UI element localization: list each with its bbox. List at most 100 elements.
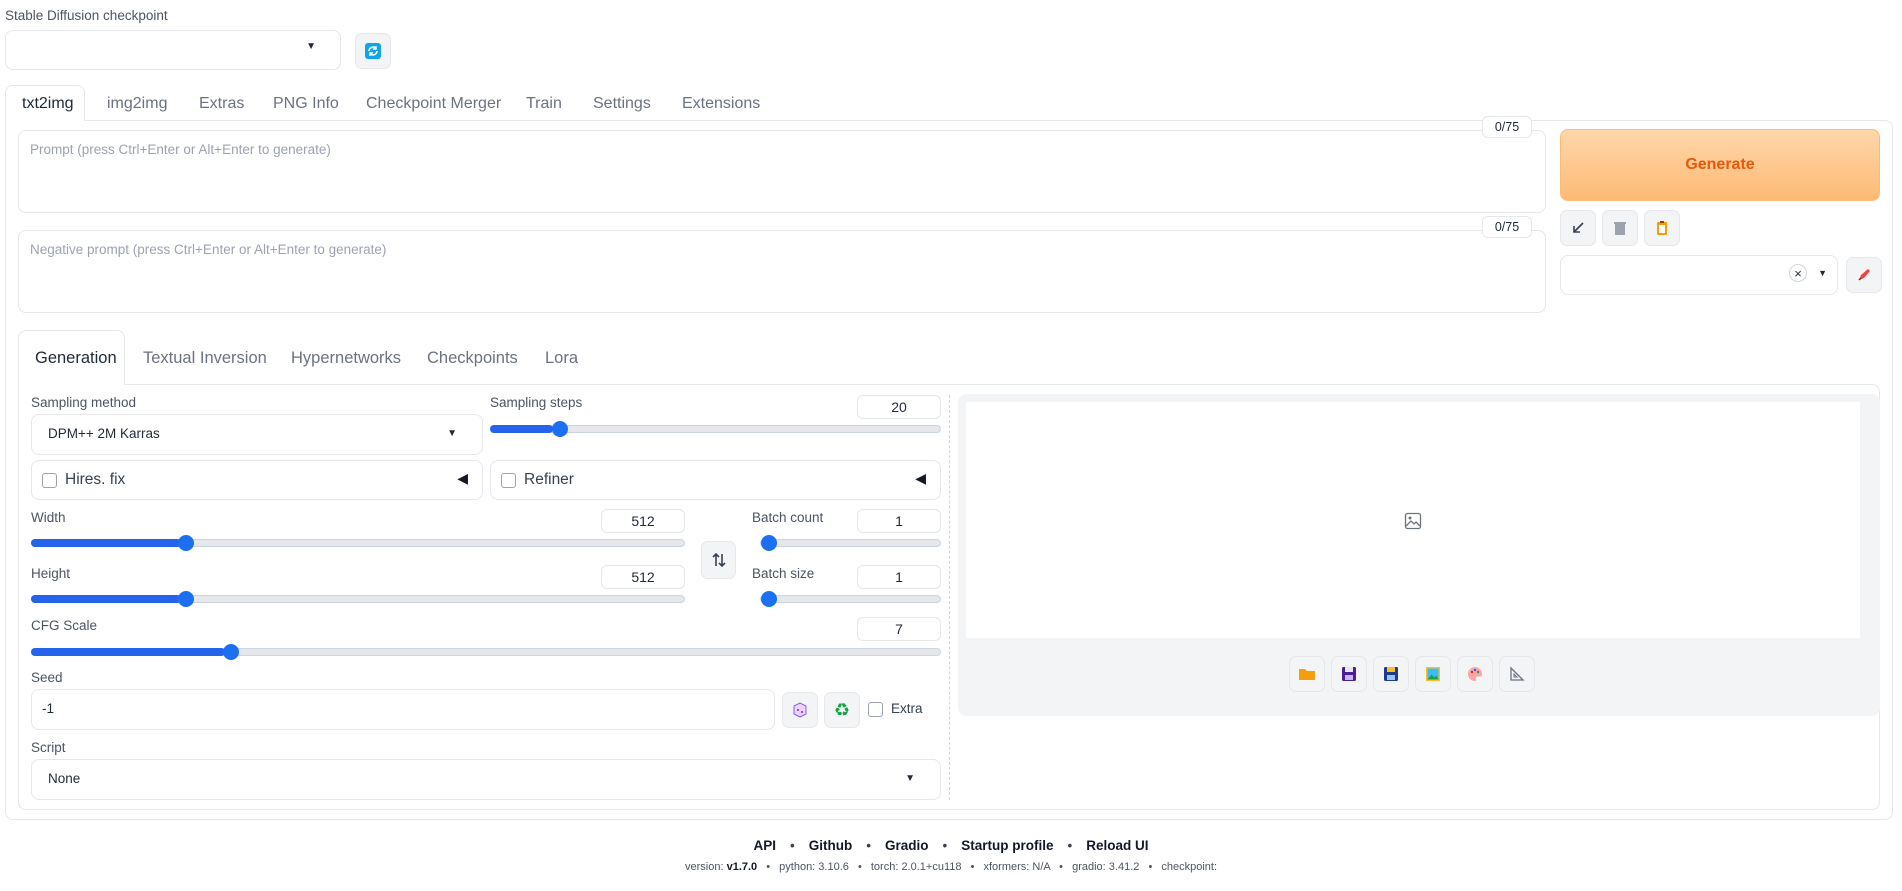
tab-train[interactable]: Train [526,92,562,116]
send-to-img2img-button[interactable] [1415,656,1451,692]
sampling-steps-label: Sampling steps [490,395,583,410]
negative-prompt-input[interactable]: Negative prompt (press Ctrl+Enter or Alt… [18,230,1546,313]
edit-styles-button[interactable] [1846,257,1882,293]
tab-lora[interactable]: Lora [545,346,578,370]
batch-size-label: Batch size [752,566,815,581]
tab-textual-inversion[interactable]: Textual Inversion [143,346,267,370]
batch-size-slider[interactable] [760,591,941,607]
tab-txt2img[interactable]: txt2img [22,92,74,116]
pencil-icon [1858,269,1870,281]
batch-count-label: Batch count [752,510,824,525]
tab-generation[interactable]: Generation [35,346,117,370]
clipboard-icon [1657,221,1667,235]
width-slider[interactable] [31,535,685,551]
prompt-placeholder: Prompt (press Ctrl+Enter or Alt+Enter to… [30,142,331,157]
slider-fill [31,539,181,547]
footer-link-startup-profile[interactable]: Startup profile [961,838,1053,853]
batch-count-value[interactable]: 1 [857,509,941,533]
cfg-scale-slider[interactable] [31,644,941,660]
slider-fill [490,425,553,433]
recycle-icon: ♻ [833,699,851,720]
footer-link-reload-ui[interactable]: Reload UI [1086,838,1148,853]
seed-input[interactable]: -1 [31,689,775,730]
batch-size-value[interactable]: 1 [857,565,941,589]
palette-icon [1468,667,1483,681]
refresh-checkpoints-button[interactable] [355,33,391,69]
triangle-ruler-icon [1510,666,1525,681]
save-button[interactable] [1331,656,1367,692]
sampling-method-value: DPM++ 2M Karras [48,426,160,441]
cfg-scale-value[interactable]: 7 [857,617,941,641]
width-value[interactable]: 512 [601,509,685,533]
footer-separator: • [942,838,948,853]
checkpoint-dropdown[interactable]: ▼ [5,30,341,70]
height-slider[interactable] [31,591,685,607]
dice-icon [793,702,807,718]
collapse-triangle-icon: ◀ [915,470,926,486]
tab-extensions[interactable]: Extensions [682,92,760,116]
gradio-version: gradio: 3.41.2 [1072,861,1140,873]
chevron-down-icon: ▼ [447,428,457,439]
floppy-disk-icon [1342,667,1356,681]
read-generation-params-button[interactable] [1560,210,1596,246]
swap-arrows-icon [711,552,726,568]
chevron-down-icon: ▼ [1818,268,1827,278]
generate-button[interactable]: Generate [1560,129,1880,201]
slider-thumb[interactable] [551,421,568,437]
save-zip-button[interactable] [1373,656,1409,692]
swap-dimensions-button[interactable] [701,541,736,579]
sampling-steps-slider[interactable] [490,421,941,437]
footer-separator: • [790,838,795,853]
reuse-seed-button[interactable]: ♻ [824,692,860,728]
cfg-scale-label: CFG Scale [31,618,98,633]
tab-hypernetworks[interactable]: Hypernetworks [291,346,401,370]
slider-thumb[interactable] [222,644,239,660]
tab-checkpoints[interactable]: Checkpoints [427,346,518,370]
prompt-token-counter: 0/75 [1482,116,1532,138]
negative-prompt-placeholder: Negative prompt (press Ctrl+Enter or Alt… [30,242,387,257]
send-to-inpaint-button[interactable] [1457,656,1493,692]
refiner-checkbox[interactable] [501,473,516,488]
sampling-method-label: Sampling method [31,395,137,410]
styles-dropdown[interactable]: × ▼ [1560,255,1838,295]
version-value: v1.7.0 [726,861,758,873]
tab-checkpoint-merger[interactable]: Checkpoint Merger [366,92,501,116]
footer-link-github[interactable]: Github [809,838,853,853]
tab-img2img[interactable]: img2img [107,92,167,116]
tab-settings[interactable]: Settings [593,92,651,116]
send-to-extras-button[interactable] [1499,656,1535,692]
negative-prompt-token-counter: 0/75 [1482,216,1532,238]
random-seed-button[interactable] [782,692,818,728]
height-value[interactable]: 512 [601,565,685,589]
sampling-steps-value[interactable]: 20 [857,395,941,419]
clear-prompt-button[interactable] [1602,210,1638,246]
footer-separator: • [866,838,871,853]
image-placeholder-icon [1404,512,1422,530]
footer-link-gradio[interactable]: Gradio [885,838,929,853]
slider-thumb[interactable] [761,535,777,551]
footer-separator: • [1059,861,1064,873]
checkpoint-label: Stable Diffusion checkpoint [5,8,168,23]
footer-separator: • [766,861,771,873]
hires-fix-accordion[interactable]: Hires. fix ◀ [31,460,483,500]
footer-link-api[interactable]: API [754,838,777,853]
open-folder-button[interactable] [1289,656,1325,692]
prompt-input[interactable]: Prompt (press Ctrl+Enter or Alt+Enter to… [18,130,1546,213]
extra-seed-checkbox[interactable] [868,702,883,717]
footer-separator: • [857,861,862,873]
refiner-accordion[interactable]: Refiner ◀ [490,460,941,500]
sampling-method-dropdown[interactable]: DPM++ 2M Karras ▼ [31,414,483,455]
zip-archive-icon [1384,667,1398,681]
hires-fix-checkbox[interactable] [42,473,57,488]
clear-styles-icon[interactable]: × [1789,264,1807,282]
tab-png-info[interactable]: PNG Info [273,92,339,116]
apply-styles-button[interactable] [1644,210,1680,246]
script-dropdown[interactable]: None ▼ [31,759,941,800]
python-version: python: 3.10.6 [779,861,849,873]
script-label: Script [31,740,66,755]
slider-thumb[interactable] [761,591,777,607]
tab-extras[interactable]: Extras [199,92,244,116]
slider-fill [31,595,181,603]
batch-count-slider[interactable] [760,535,941,551]
version-label: version: [684,861,724,873]
